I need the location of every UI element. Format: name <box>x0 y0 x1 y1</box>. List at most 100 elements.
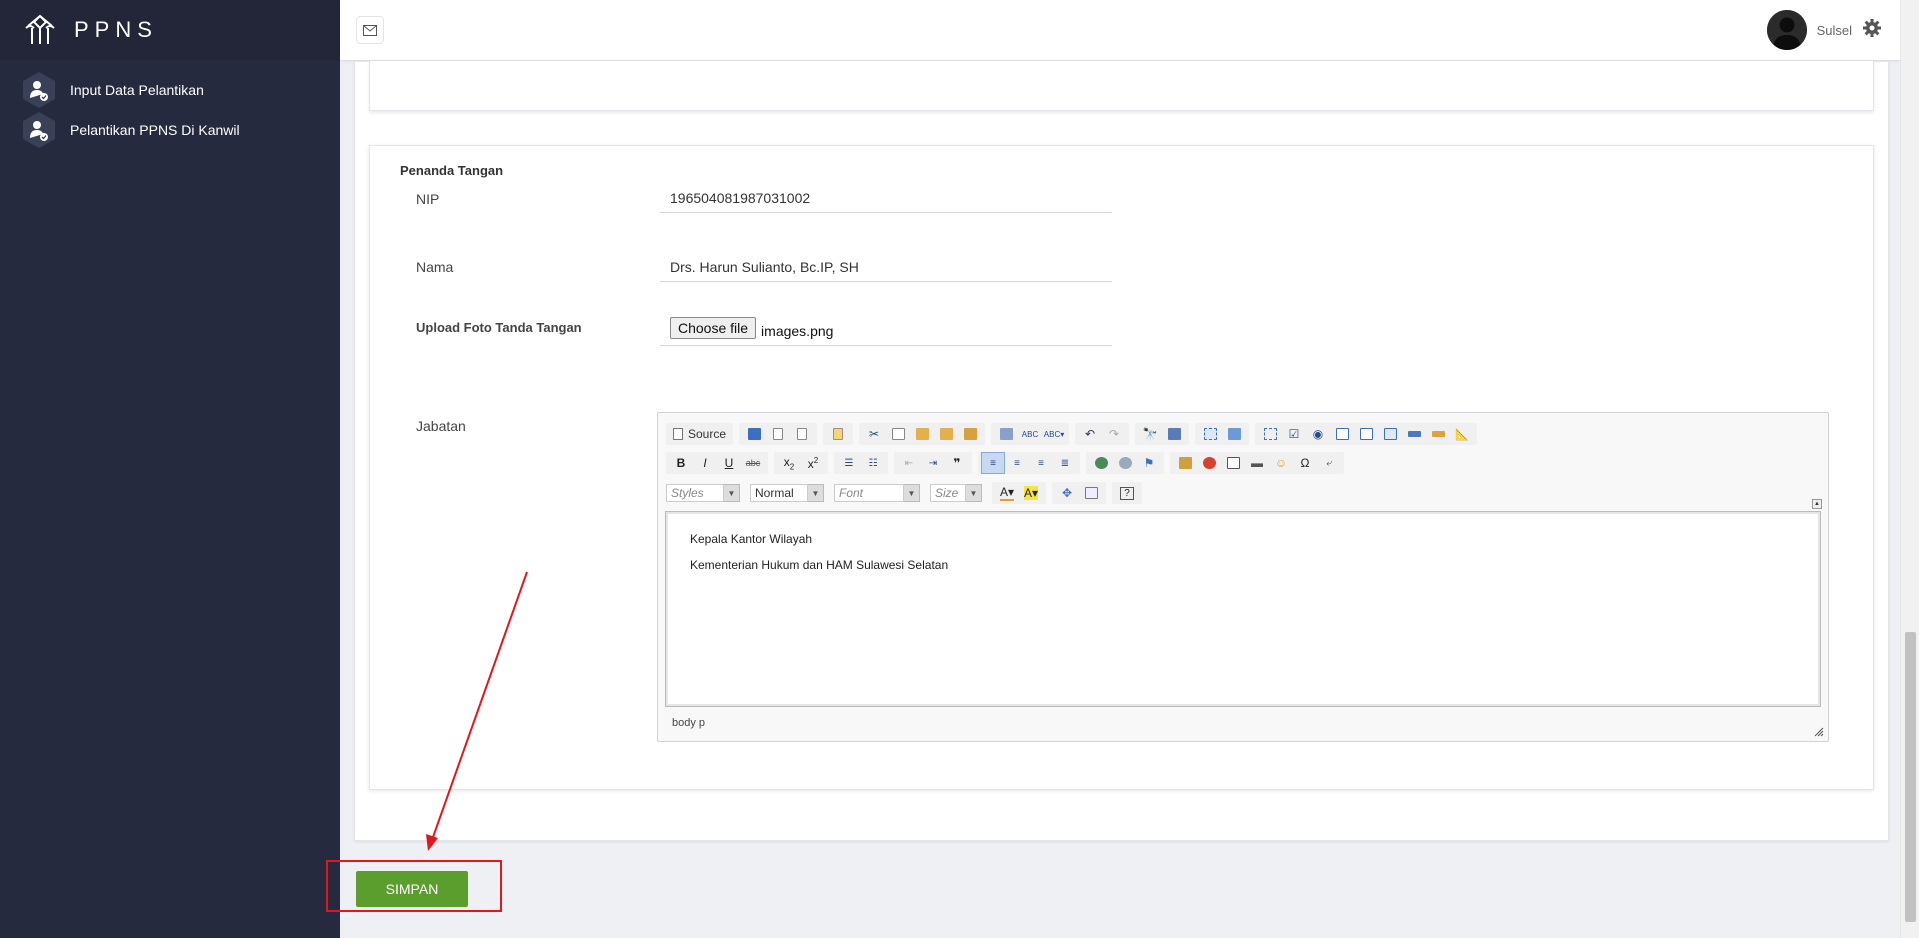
replace-button[interactable] <box>1162 423 1186 445</box>
superscript-icon: x2 <box>807 455 819 471</box>
bulleted-list-button[interactable]: ☷ <box>861 452 885 474</box>
size-combo-value: Size <box>930 484 966 502</box>
textfield-button[interactable] <box>1330 423 1354 445</box>
previous-section-card <box>369 61 1874 111</box>
anchor-button[interactable]: ⚑ <box>1137 452 1161 474</box>
blockquote-button[interactable]: ❞ <box>945 452 969 474</box>
new-page-button[interactable] <box>766 423 790 445</box>
copy-button[interactable] <box>886 423 910 445</box>
paste-word-icon <box>963 428 977 440</box>
bold-button[interactable]: B <box>669 452 693 474</box>
cut-button[interactable]: ✂ <box>862 423 886 445</box>
align-right-button[interactable]: ≡ <box>1029 452 1053 474</box>
save-doc-button[interactable] <box>742 423 766 445</box>
hidden-field-button[interactable]: 📐 <box>1450 423 1474 445</box>
paste-button[interactable] <box>910 423 934 445</box>
superscript-button[interactable]: x2 <box>801 452 825 474</box>
numbered-list-button[interactable]: ☰ <box>837 452 861 474</box>
align-justify-button[interactable]: ≣ <box>1053 452 1077 474</box>
align-left-button[interactable]: ≡ <box>981 452 1005 474</box>
scissors-icon: ✂ <box>869 427 880 441</box>
radio-button[interactable]: ◉ <box>1306 423 1330 445</box>
outdent-button[interactable]: ⇤ <box>897 452 921 474</box>
smiley-button[interactable]: ☺ <box>1269 452 1293 474</box>
strike-button[interactable]: abc <box>741 452 765 474</box>
eraser-icon <box>1227 428 1241 440</box>
editor-content-area[interactable]: Kepala Kantor Wilayah Kementerian Hukum … <box>665 511 1821 707</box>
toolbar-collapse-icon[interactable]: ▲ <box>1812 499 1822 509</box>
sidebar-item-label: Input Data Pelantikan <box>70 82 204 98</box>
element-path-bar[interactable]: body p <box>672 717 705 729</box>
flash-button[interactable] <box>1197 452 1221 474</box>
choose-file-button[interactable]: Choose file <box>670 317 757 339</box>
resize-handle-icon[interactable] <box>1814 727 1824 737</box>
preview-button[interactable] <box>790 423 814 445</box>
nip-field[interactable]: 196504081987031002 <box>660 183 1112 213</box>
scrollbar-thumb[interactable] <box>1905 632 1916 922</box>
paste-text-button[interactable] <box>934 423 958 445</box>
nama-field[interactable]: Drs. Harun Sulianto, Bc.IP, SH <box>660 252 1112 282</box>
show-blocks-button[interactable] <box>1079 482 1103 504</box>
textarea-button[interactable] <box>1354 423 1378 445</box>
button-field-button[interactable] <box>1402 423 1426 445</box>
sidebar-item-pelantikan-ppns-di-kanwil[interactable]: Pelantikan PPNS Di Kanwil <box>0 110 340 150</box>
copy-icon <box>891 428 905 440</box>
scayt-button[interactable]: ABC▾ <box>1042 423 1066 445</box>
hidden-field-icon: 📐 <box>1455 428 1469 441</box>
select-all-button[interactable] <box>1198 423 1222 445</box>
templates-button[interactable] <box>826 423 850 445</box>
align-center-button[interactable]: ≡ <box>1005 452 1029 474</box>
table-icon <box>1226 457 1240 469</box>
gear-icon[interactable] <box>1862 18 1882 43</box>
toolbar-group-links: ⚑ <box>1086 452 1164 474</box>
image-button[interactable] <box>1173 452 1197 474</box>
toolbar-group-insert: ▬ ☺ Ω ⤶ <box>1170 452 1344 474</box>
size-combo[interactable]: Size ▼ <box>930 484 982 502</box>
paste-word-button[interactable] <box>958 423 982 445</box>
toolbar-group-clipboard: ✂ <box>859 423 986 445</box>
help-icon: ? <box>1120 486 1134 500</box>
italic-button[interactable]: I <box>693 452 717 474</box>
indent-button[interactable]: ⇥ <box>921 452 945 474</box>
nip-value: 196504081987031002 <box>670 190 811 206</box>
source-button[interactable]: Source <box>669 423 730 445</box>
form-button[interactable] <box>1258 423 1282 445</box>
mail-button[interactable] <box>356 16 384 44</box>
select-field-button[interactable] <box>1378 423 1402 445</box>
about-button[interactable]: ? <box>1115 482 1139 504</box>
find-button[interactable]: 🔭 <box>1138 423 1162 445</box>
table-button[interactable] <box>1221 452 1245 474</box>
save-button[interactable]: SIMPAN <box>356 871 468 907</box>
undo-button[interactable]: ↶ <box>1078 423 1102 445</box>
unlink-icon <box>1118 457 1132 469</box>
smiley-icon: ☺ <box>1274 456 1288 470</box>
format-combo[interactable]: Normal ▼ <box>750 484 824 502</box>
styles-combo[interactable]: Styles ▼ <box>666 484 740 502</box>
horizontal-rule-button[interactable]: ▬ <box>1245 452 1269 474</box>
print-button[interactable] <box>994 423 1018 445</box>
redo-button[interactable]: ↷ <box>1102 423 1126 445</box>
page-scrollbar[interactable] <box>1900 0 1919 938</box>
spellcheck-button[interactable]: ABC <box>1018 423 1042 445</box>
image-button-button[interactable] <box>1426 423 1450 445</box>
nip-label: NIP <box>416 191 440 207</box>
link-button[interactable] <box>1089 452 1113 474</box>
text-color-button[interactable]: A▾ <box>995 482 1019 504</box>
remove-format-button[interactable] <box>1222 423 1246 445</box>
user-area: Sulsel <box>1766 10 1882 50</box>
brand[interactable]: PPNS <box>0 0 340 60</box>
select-field-icon <box>1383 428 1397 440</box>
page-break-button[interactable]: ⤶ <box>1317 452 1341 474</box>
sidebar-item-label: Pelantikan PPNS Di Kanwil <box>70 122 240 138</box>
avatar[interactable] <box>1766 10 1807 50</box>
bg-color-button[interactable]: A▾ <box>1019 482 1043 504</box>
font-combo[interactable]: Font ▼ <box>834 484 920 502</box>
underline-button[interactable]: U <box>717 452 741 474</box>
unlink-button[interactable] <box>1113 452 1137 474</box>
subscript-button[interactable]: x2 <box>777 452 801 474</box>
checkbox-button[interactable]: ☑ <box>1282 423 1306 445</box>
special-char-button[interactable]: Ω <box>1293 452 1317 474</box>
maximize-button[interactable]: ✥ <box>1055 482 1079 504</box>
editor-toolbar-row-1: Source ✂ ABC ABC▾ ↶ ↷ 🔭 ☑ ◉ 📐 <box>666 422 1483 446</box>
sidebar-item-input-data-pelantikan[interactable]: Input Data Pelantikan <box>0 70 340 110</box>
